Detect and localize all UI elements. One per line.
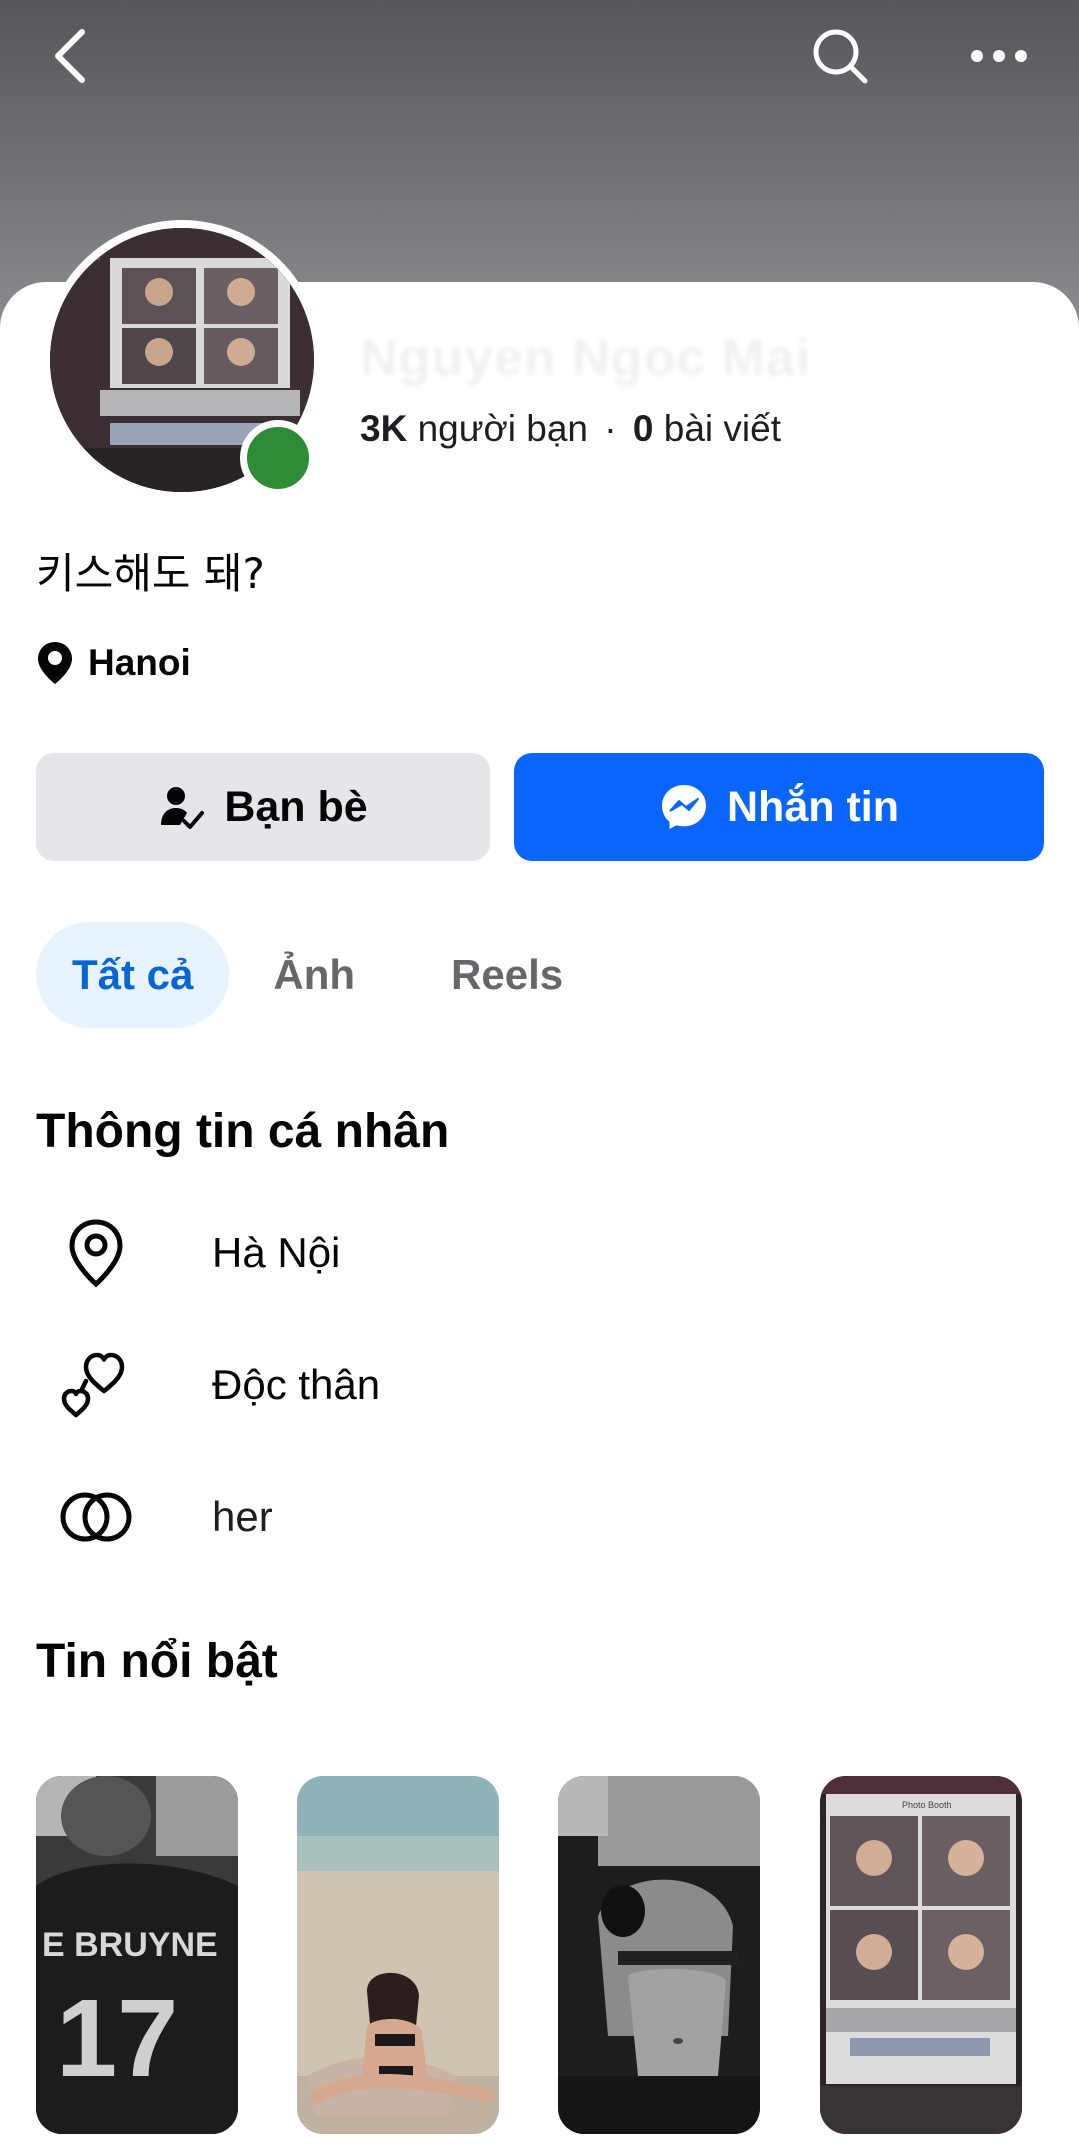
more-options-button[interactable] [963,20,1035,92]
location-pin-icon [56,1213,136,1293]
friends-count[interactable]: 3K [360,408,407,449]
personal-info-title: Thông tin cá nhân [36,1105,450,1158]
tab-all[interactable]: Tất cả [36,922,230,1028]
message-button[interactable]: Nhắn tin [514,753,1044,861]
info-row-pronoun: her [56,1477,273,1557]
location-pin-filled-icon [38,642,72,684]
highlight-story-4[interactable]: Photo Booth [820,1776,1022,2134]
tab-photos[interactable]: Ảnh [237,922,391,1028]
location-row: Hanoi [36,640,191,686]
more-horizontal-icon [971,50,1027,62]
posts-count: 0 [632,408,654,449]
message-button-label: Nhắn tin [727,782,899,831]
info-location-text: Hà Nội [212,1229,341,1276]
back-button[interactable] [34,20,106,92]
search-icon [813,29,868,84]
friends-label[interactable]: người bạn [418,408,588,449]
interlocked-rings-icon [56,1477,136,1557]
highlights-title: Tin nổi bật [36,1635,278,1688]
story-1-jersey-number: 17 [56,1977,178,2100]
location-text: Hanoi [88,642,191,683]
stats-separator: · [604,408,617,449]
posts-label: bài viết [663,408,781,449]
online-status-dot [240,420,316,496]
highlight-story-1[interactable]: E BRUYNE 17 [36,1776,238,2134]
hearts-icon [56,1345,136,1425]
friend-check-icon [161,787,205,829]
story-1-jersey-name: E BRUYNE [42,1926,218,1964]
tab-reels[interactable]: Reels [415,922,599,1028]
friends-button[interactable]: Bạn bè [36,753,490,861]
friends-button-label: Bạn bè [224,782,368,831]
story-4-caption: Photo Booth [902,1800,952,1810]
profile-name: Nguyen Ngoc Mai [360,329,812,387]
profile-bio: 키스해도 돼? [36,549,265,598]
highlight-story-3[interactable] [558,1776,760,2134]
chevron-left-icon [55,29,85,83]
info-relationship-text: Độc thân [212,1361,381,1408]
search-button[interactable] [804,20,876,92]
profile-tabs: Tất cả Ảnh Reels [36,922,599,1028]
info-row-relationship: Độc thân [56,1345,380,1425]
messenger-icon [662,785,706,829]
info-pronoun-text: her [212,1493,273,1540]
profile-stats: 3K người bạn · 0 bài viết [360,408,781,450]
info-row-location: Hà Nội [56,1213,340,1293]
highlight-story-2[interactable] [297,1776,499,2134]
